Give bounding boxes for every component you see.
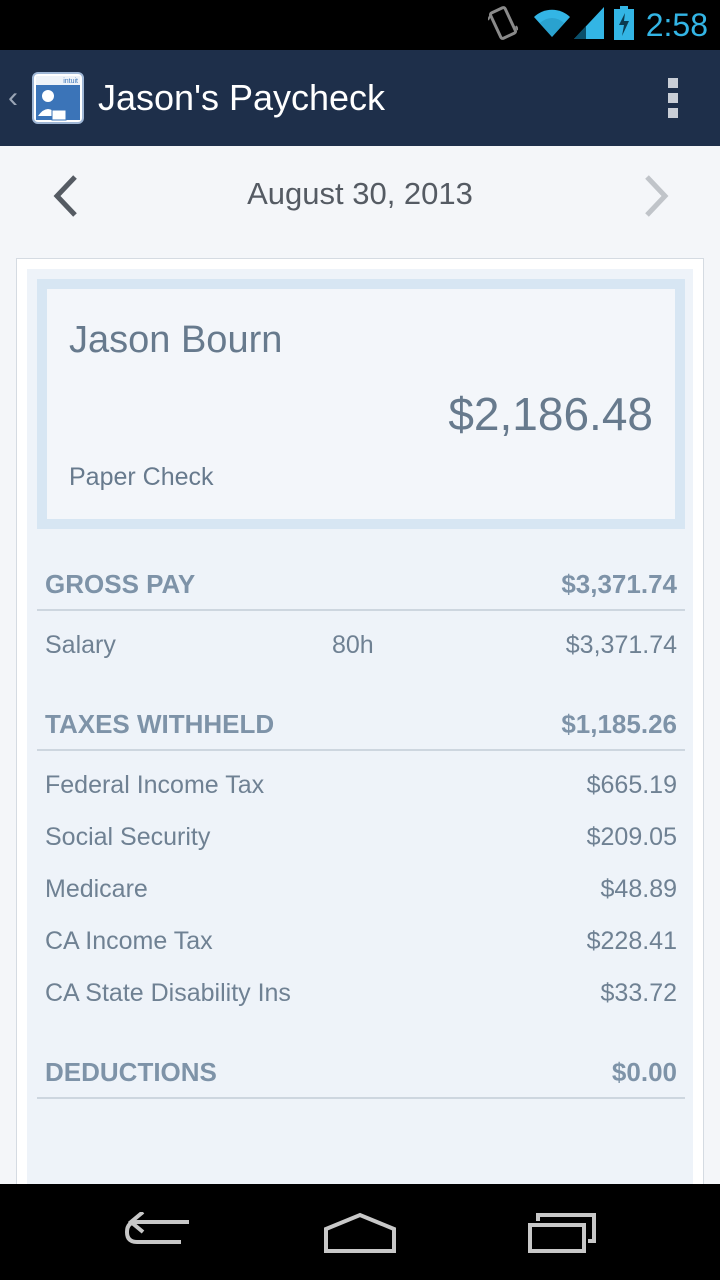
section-total: $1,185.26	[561, 709, 677, 739]
section-label: TAXES WITHHELD	[45, 709, 275, 739]
tax-item: CA Income Tax $228.41	[37, 923, 685, 963]
tax-item: Medicare $48.89	[37, 871, 685, 911]
intuit-payroll-icon[interactable]: intuit	[32, 72, 84, 124]
vibrate-icon	[486, 5, 519, 45]
taxes-withheld-header: TAXES WITHHELD $1,185.26	[37, 701, 685, 751]
item-label: Salary	[45, 631, 116, 659]
home-icon[interactable]	[315, 1202, 405, 1262]
pay-date: August 30, 2013	[247, 176, 473, 211]
chevron-right-icon	[645, 175, 669, 217]
section-total: $0.00	[611, 1057, 677, 1087]
item-hours: 80h	[332, 631, 374, 659]
section-total: $3,371.74	[561, 569, 677, 599]
item-label: Social Security	[45, 823, 211, 851]
tax-item: Federal Income Tax $665.19	[37, 767, 685, 807]
employee-name: Jason Bourn	[69, 319, 283, 361]
item-amount: $33.72	[600, 979, 677, 1007]
tax-item: CA State Disability Ins $33.72	[37, 975, 685, 1015]
battery-charging-icon	[613, 5, 634, 45]
item-label: CA State Disability Ins	[45, 979, 291, 1007]
date-navigator: August 30, 2013	[0, 146, 720, 246]
item-amount: $3,371.74	[565, 631, 677, 659]
payment-method: Paper Check	[69, 463, 214, 491]
item-amount: $48.89	[600, 875, 677, 903]
status-time: 2:58	[645, 6, 708, 43]
net-pay-summary: Jason Bourn $2,186.48 Paper Check	[37, 279, 685, 529]
system-nav-bar	[0, 1184, 720, 1280]
wifi-icon	[532, 7, 572, 44]
status-bar: 2:58	[0, 0, 720, 50]
item-label: CA Income Tax	[45, 927, 213, 955]
gross-pay-header: GROSS PAY $3,371.74	[37, 561, 685, 611]
paycheck-card: Jason Bourn $2,186.48 Paper Check GROSS …	[16, 258, 704, 1198]
next-date-button[interactable]	[626, 168, 686, 224]
item-amount: $209.05	[586, 823, 677, 851]
item-label: Federal Income Tax	[45, 771, 265, 799]
section-label: GROSS PAY	[45, 569, 196, 599]
paycheck-details: Jason Bourn $2,186.48 Paper Check GROSS …	[27, 269, 693, 1197]
paycheck-content: August 30, 2013 Jason Bourn $2,186.48 Pa…	[0, 146, 720, 1198]
item-label: Medicare	[45, 875, 148, 903]
tax-item: Social Security $209.05	[37, 819, 685, 859]
action-bar: ‹ intuit Jason's Paycheck	[0, 50, 720, 146]
back-icon[interactable]	[115, 1202, 205, 1262]
item-amount: $228.41	[586, 927, 677, 955]
overflow-menu-icon[interactable]	[668, 78, 680, 118]
up-caret-icon[interactable]: ‹	[8, 81, 28, 115]
signal-icon	[573, 6, 604, 44]
gross-pay-item-salary: Salary 80h $3,371.74	[37, 627, 685, 667]
item-amount: $665.19	[586, 771, 677, 799]
svg-text:intuit: intuit	[63, 78, 78, 85]
net-pay-amount: $2,186.48	[448, 388, 653, 440]
section-label: DEDUCTIONS	[45, 1057, 217, 1087]
deductions-header: DEDUCTIONS $0.00	[37, 1049, 685, 1099]
app-title: Jason's Paycheck	[98, 77, 386, 118]
recents-icon[interactable]	[517, 1202, 607, 1262]
